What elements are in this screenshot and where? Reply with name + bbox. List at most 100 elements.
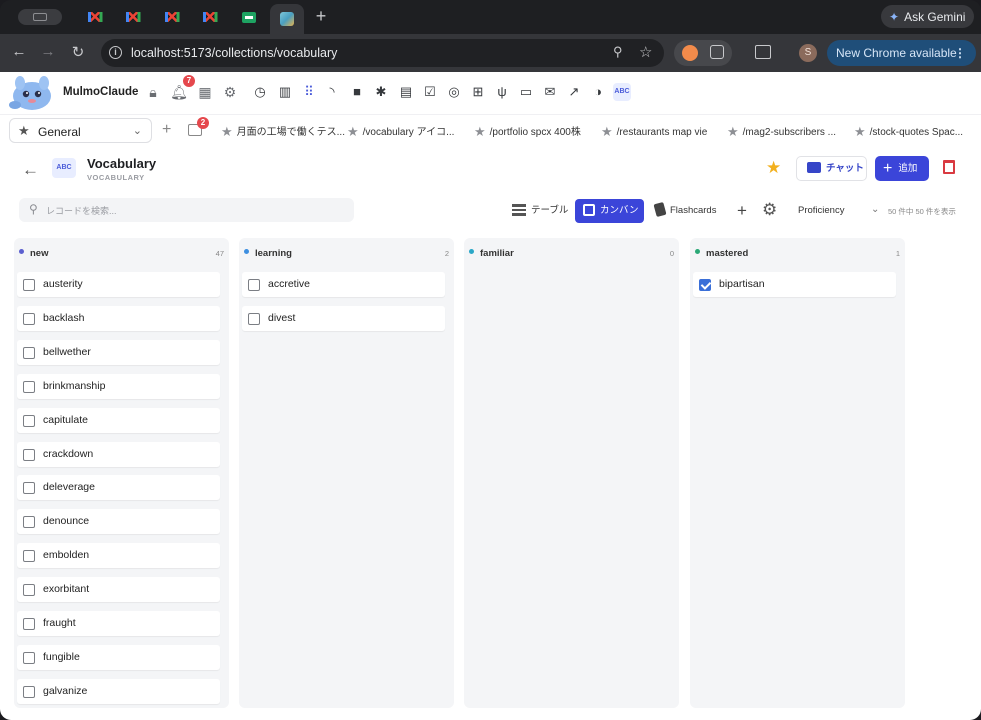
- view-kanban-button[interactable]: カンバン: [575, 199, 644, 223]
- chat-button[interactable]: チャット: [796, 156, 867, 181]
- back-arrow-icon[interactable]: ←: [22, 160, 39, 180]
- calendar-plugin-icon[interactable]: ▤: [397, 83, 415, 101]
- chip-icon[interactable]: ⊞: [469, 83, 487, 101]
- card-word: austerity: [43, 278, 83, 290]
- card-checkbox[interactable]: [23, 448, 35, 461]
- card-checkbox[interactable]: [23, 346, 35, 359]
- settings-gear-icon[interactable]: ⚙: [221, 83, 239, 101]
- tab-sheets[interactable]: [232, 6, 266, 28]
- movie-icon[interactable]: ▭: [517, 83, 535, 101]
- view-flashcards-button[interactable]: Flashcards: [653, 199, 716, 223]
- back-button[interactable]: ←: [10, 43, 28, 60]
- bookmark-item[interactable]: ★ 月面の工場で働くテス...: [221, 123, 345, 139]
- card-checkbox[interactable]: [23, 312, 35, 325]
- card-checkbox[interactable]: [23, 516, 35, 529]
- kanban-card[interactable]: exorbitant: [17, 577, 220, 603]
- card-checkbox[interactable]: [23, 380, 35, 393]
- card-checkbox[interactable]: [23, 279, 35, 291]
- extension-icon[interactable]: [682, 45, 698, 61]
- pie-chart-icon[interactable]: ◑: [589, 83, 607, 101]
- address-bar[interactable]: i localhost:5173/collections/vocabulary …: [101, 39, 664, 67]
- kanban-card[interactable]: capitulate: [17, 407, 220, 433]
- calendar-icon[interactable]: ▦: [196, 83, 214, 101]
- folder-icon[interactable]: ■: [348, 83, 366, 101]
- kanban-card[interactable]: brinkmanship: [17, 373, 220, 399]
- kanban-card[interactable]: deleverage: [17, 475, 220, 501]
- tab-gmail-1[interactable]: [78, 6, 112, 28]
- checklist-icon[interactable]: ☑: [421, 83, 439, 101]
- bookmark-star-icon[interactable]: ☆: [639, 43, 652, 61]
- tab-gmail-4[interactable]: [193, 6, 227, 28]
- url-text[interactable]: localhost:5173/collections/vocabulary: [131, 46, 337, 60]
- restaurant-icon[interactable]: ψ: [493, 83, 511, 101]
- view-settings-gear-icon[interactable]: ⚙: [762, 200, 777, 220]
- kanban-card[interactable]: fungible: [17, 644, 220, 670]
- card-checkbox[interactable]: [699, 279, 711, 291]
- add-bookmark-button[interactable]: +: [162, 121, 171, 139]
- kanban-card[interactable]: fraught: [17, 611, 220, 636]
- kanban-card[interactable]: crackdown: [17, 441, 220, 467]
- card-checkbox[interactable]: [23, 651, 35, 664]
- bookmark-item[interactable]: ★/stock-quotes Spac...: [854, 123, 963, 139]
- reload-button[interactable]: ↻: [69, 43, 87, 61]
- card-checkbox[interactable]: [248, 279, 260, 291]
- view-table-button[interactable]: テーブル: [512, 199, 568, 223]
- lock-icon[interactable]: 🔒︎: [144, 83, 162, 101]
- zoom-icon[interactable]: ⚲: [613, 44, 623, 60]
- bookmark-label: /portfolio spcx 400株: [489, 127, 581, 138]
- tab-gmail-3[interactable]: [155, 6, 189, 28]
- ask-gemini-button[interactable]: ✦ Ask Gemini: [881, 5, 975, 28]
- card-checkbox[interactable]: [23, 482, 35, 495]
- site-info-icon[interactable]: i: [109, 46, 122, 59]
- kanban-card[interactable]: galvanize: [17, 678, 220, 704]
- record-search-input[interactable]: ⚲ レコードを検索...: [19, 198, 354, 222]
- kanban-card[interactable]: denounce: [17, 509, 220, 535]
- bookmark-item[interactable]: ★/portfolio spcx 400株: [474, 123, 581, 139]
- kanban-card[interactable]: accretive: [242, 272, 445, 297]
- card-checkbox[interactable]: [23, 550, 35, 563]
- trend-icon[interactable]: ↗: [565, 83, 583, 101]
- book-icon[interactable]: ▥: [276, 83, 294, 101]
- tab-active-map[interactable]: [270, 4, 304, 34]
- card-checkbox[interactable]: [23, 685, 35, 698]
- delete-trash-icon[interactable]: [943, 160, 955, 174]
- podcast-icon[interactable]: ◎: [445, 83, 463, 101]
- card-checkbox[interactable]: [23, 618, 35, 630]
- new-tab-button[interactable]: +: [313, 6, 329, 27]
- kanban-card[interactable]: bipartisan: [693, 272, 896, 297]
- workspace-selector[interactable]: ★ General ⌄: [9, 118, 152, 143]
- add-record-button[interactable]: + 追加: [875, 156, 929, 181]
- tab-search-button[interactable]: [18, 9, 62, 25]
- kanban-card[interactable]: backlash: [17, 305, 220, 331]
- favorite-star-icon[interactable]: ★: [766, 158, 781, 178]
- mail-icon[interactable]: ✉: [541, 83, 559, 101]
- kanban-card[interactable]: bellwether: [17, 339, 220, 365]
- clock-icon[interactable]: ◷: [251, 83, 269, 101]
- chrome-update-button[interactable]: New Chrome available ⋮: [827, 40, 976, 66]
- bug-icon[interactable]: ✱: [372, 83, 390, 101]
- forward-button[interactable]: →: [39, 43, 57, 60]
- menu-dots-icon[interactable]: ⋮: [954, 40, 966, 66]
- column-title: learning: [255, 248, 292, 259]
- bookmark-item[interactable]: ★/mag2-subscribers ...: [727, 123, 836, 139]
- card-checkbox[interactable]: [23, 584, 35, 597]
- extensions-puzzle-icon[interactable]: [710, 45, 724, 59]
- kanban-card[interactable]: embolden: [17, 543, 220, 569]
- kanban-card[interactable]: divest: [242, 305, 445, 331]
- group-by-chevron-icon[interactable]: ⌄: [871, 204, 879, 215]
- abc-icon[interactable]: ABC: [613, 83, 631, 101]
- card-checkbox[interactable]: [23, 414, 35, 427]
- rss-icon[interactable]: ◝: [323, 83, 341, 101]
- table-icon: [512, 204, 526, 216]
- group-by-select[interactable]: Proficiency: [798, 205, 844, 216]
- grid-icon[interactable]: ⠿: [300, 83, 318, 101]
- bookmark-item[interactable]: ★/restaurants map vie: [601, 123, 707, 139]
- add-view-plus-icon[interactable]: +: [737, 201, 747, 221]
- bookmark-item[interactable]: ★/vocabulary アイコ...: [347, 123, 454, 139]
- kanban-card[interactable]: austerity: [17, 272, 220, 297]
- tab-search-icon[interactable]: [755, 45, 771, 59]
- card-checkbox[interactable]: [248, 312, 260, 325]
- profile-avatar[interactable]: S: [799, 44, 817, 62]
- plus-icon: +: [883, 160, 893, 177]
- tab-gmail-2[interactable]: [116, 6, 150, 28]
